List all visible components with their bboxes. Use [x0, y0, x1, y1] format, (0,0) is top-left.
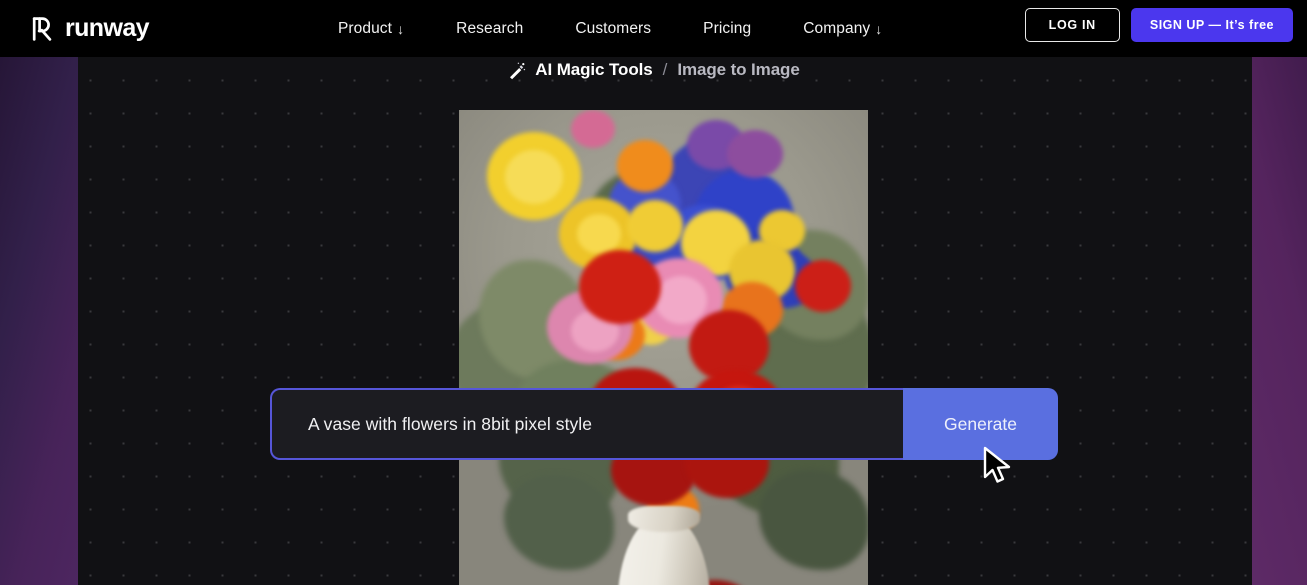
tool-canvas-area: AI Magic Tools / Image to Image Generate — [0, 57, 1307, 585]
nav-item-research-label: Research — [456, 19, 524, 37]
prompt-bar: Generate — [270, 388, 1058, 460]
nav-action-buttons: LOG IN SIGN UP — It’s free — [1024, 8, 1293, 42]
right-purple-glow — [1252, 57, 1307, 585]
nav-item-company-label: Company — [803, 19, 871, 37]
nav-item-product-label: Product — [337, 19, 393, 37]
nav-item-pricing[interactable]: Pricing — [677, 20, 777, 38]
breadcrumb-current[interactable]: AI Magic Tools — [535, 60, 652, 80]
flower — [627, 200, 683, 252]
flower — [617, 140, 673, 192]
mouse-pointer-icon — [981, 445, 1015, 485]
prompt-input[interactable] — [272, 413, 903, 435]
vase-neck — [627, 506, 700, 532]
sign-up-button[interactable]: SIGN UP — It’s free — [1130, 8, 1293, 42]
magic-wand-icon — [507, 61, 526, 80]
runway-ai-magic-tools-page: runway Product ↓ Research Customers Pric… — [0, 0, 1307, 585]
primary-nav-links: Product ↓ Research Customers Pricing Com… — [312, 20, 908, 38]
flower — [505, 150, 563, 204]
nav-item-research[interactable]: Research — [430, 20, 549, 38]
top-navigation-bar: runway Product ↓ Research Customers Pric… — [0, 0, 1307, 57]
flower — [727, 130, 783, 178]
nav-item-customers[interactable]: Customers — [549, 20, 677, 38]
runway-logo-icon — [30, 16, 56, 42]
nav-item-product[interactable]: Product ↓ — [312, 20, 430, 38]
breadcrumb-separator: / — [662, 60, 668, 79]
generated-image[interactable] — [459, 110, 868, 585]
flower — [655, 276, 707, 324]
runway-brand-logo[interactable]: runway — [30, 14, 150, 42]
chevron-down-icon: ↓ — [397, 20, 405, 37]
nav-item-customers-label: Customers — [575, 19, 652, 37]
flower — [571, 110, 615, 148]
brand-wordmark: runway — [65, 14, 150, 42]
flower — [579, 250, 661, 324]
flower — [577, 214, 621, 254]
nav-item-pricing-label: Pricing — [703, 19, 752, 37]
left-purple-glow — [0, 57, 78, 585]
nav-item-company[interactable]: Company ↓ — [777, 20, 908, 38]
chevron-down-icon: ↓ — [875, 20, 883, 37]
prompt-input-container[interactable] — [270, 388, 903, 460]
breadcrumb: AI Magic Tools / Image to Image — [0, 57, 1307, 85]
breadcrumb-sub[interactable]: Image to Image — [677, 60, 799, 80]
flower — [795, 260, 851, 312]
artwork-canvas — [459, 110, 868, 585]
log-in-button[interactable]: LOG IN — [1024, 8, 1120, 42]
